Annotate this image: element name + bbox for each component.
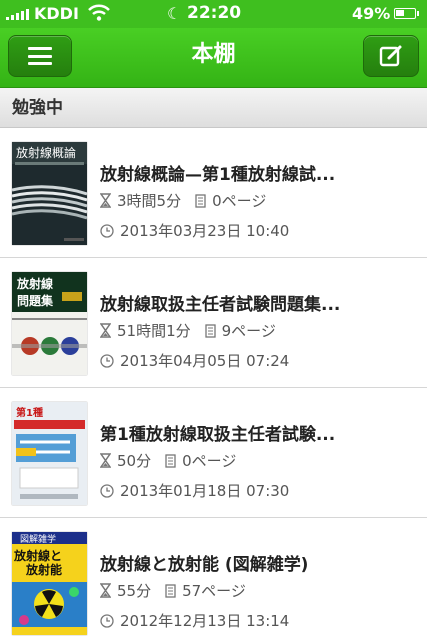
study-time-value: 55分 [117, 582, 152, 600]
book-meta: 51時間1分 9ページ [100, 320, 290, 341]
battery-icon [394, 8, 419, 19]
clock-icon [100, 223, 114, 238]
list-item[interactable]: 図解雑学 放射線と 放射能 放射線と放射能 (図解雑学) 55分 57ページ 2… [0, 518, 427, 640]
battery-percent: 49% [352, 4, 391, 23]
book-cover-image: 第1種 [12, 402, 87, 505]
study-time: 3時間5分 [100, 190, 181, 211]
battery-fill [396, 10, 404, 16]
hourglass-icon [100, 453, 111, 468]
last-read-date-value: 2013年04月05日 07:24 [120, 352, 290, 370]
svg-text:第1種: 第1種 [16, 406, 43, 419]
last-read-date-value: 2013年01月18日 07:30 [120, 482, 290, 500]
book-cover-image: 図解雑学 放射線と 放射能 [12, 532, 87, 635]
last-read-date-value: 2012年12月13日 13:14 [120, 612, 290, 630]
menu-button[interactable] [8, 35, 72, 77]
hourglass-icon [100, 193, 111, 208]
book-title: 放射線取扱主任者試験問題集... [100, 295, 341, 315]
svg-text:放射線概論: 放射線概論 [16, 145, 76, 160]
study-time-value: 50分 [117, 452, 152, 470]
book-title: 第1種放射線取扱主任者試験... [100, 425, 336, 445]
clock-icon [100, 353, 114, 368]
last-read-date: 2013年01月18日 07:30 [100, 480, 289, 501]
book-title: 放射線と放射能 (図解雑学) [100, 555, 309, 575]
last-read-date: 2012年12月13日 13:14 [100, 610, 289, 631]
list-item[interactable]: 放射線 問題集 放射線取扱主任者試験問題集... 51時間1分 9ページ 201… [0, 258, 427, 388]
study-time: 51時間1分 [100, 320, 191, 341]
clock-icon [100, 483, 114, 498]
clock: 22:20 [187, 3, 242, 23]
book-list: 放射線概論 放射線概論—第1種放射線試... 3時間5分 0ページ 2013年0… [0, 128, 427, 640]
document-icon [165, 453, 176, 468]
hourglass-icon [100, 583, 111, 598]
list-item[interactable]: 第1種 第1種放射線取扱主任者試験... 50分 0ページ 2013年01月18 [0, 388, 427, 518]
document-icon [204, 323, 216, 338]
svg-text:放射能: 放射能 [25, 562, 62, 577]
svg-text:放射線: 放射線 [16, 276, 53, 291]
page-count-value: 0ページ [182, 452, 237, 470]
menu-icon [28, 47, 52, 65]
do-not-disturb-icon: ☾ [167, 4, 182, 23]
status-bar: KDDI ☾ 22:20 49% [0, 0, 427, 28]
last-read-date: 2013年03月23日 10:40 [100, 220, 289, 241]
page-count-value: 9ページ [221, 322, 276, 340]
navigation-bar: 本棚 [0, 28, 427, 88]
svg-text:図解雑学: 図解雑学 [20, 533, 56, 545]
book-cover-image: 放射線 問題集 [12, 272, 87, 375]
last-read-date: 2013年04月05日 07:24 [100, 350, 289, 371]
list-item[interactable]: 放射線概論 放射線概論—第1種放射線試... 3時間5分 0ページ 2013年0… [0, 128, 427, 258]
page-count-value: 0ページ [212, 192, 267, 210]
page-count: 57ページ [165, 580, 246, 601]
compose-button[interactable] [363, 35, 419, 77]
clock-icon [100, 613, 114, 628]
last-read-date-value: 2013年03月23日 10:40 [120, 222, 290, 240]
book-cover-image: 放射線概論 [12, 142, 87, 245]
svg-text:問題集: 問題集 [17, 293, 54, 308]
signal-strength-icon [6, 9, 29, 20]
study-time: 50分 [100, 450, 151, 471]
svg-text:放射線と: 放射線と [13, 548, 62, 563]
document-icon [165, 583, 176, 598]
book-meta: 50分 0ページ [100, 450, 250, 471]
document-icon [195, 193, 206, 208]
book-meta: 3時間5分 0ページ [100, 190, 280, 211]
page-count: 0ページ [195, 190, 266, 211]
study-time-value: 3時間5分 [117, 192, 182, 210]
page-count-value: 57ページ [182, 582, 246, 600]
wifi-icon [88, 4, 110, 21]
book-title: 放射線概論—第1種放射線試... [100, 165, 336, 185]
study-time-value: 51時間1分 [117, 322, 191, 340]
page-count: 9ページ [204, 320, 276, 341]
section-header: 勉強中 [0, 88, 427, 128]
compose-icon [379, 45, 402, 67]
book-meta: 55分 57ページ [100, 580, 260, 601]
carrier-label: KDDI [34, 4, 79, 23]
hourglass-icon [100, 323, 111, 338]
page-count: 0ページ [165, 450, 236, 471]
study-time: 55分 [100, 580, 151, 601]
